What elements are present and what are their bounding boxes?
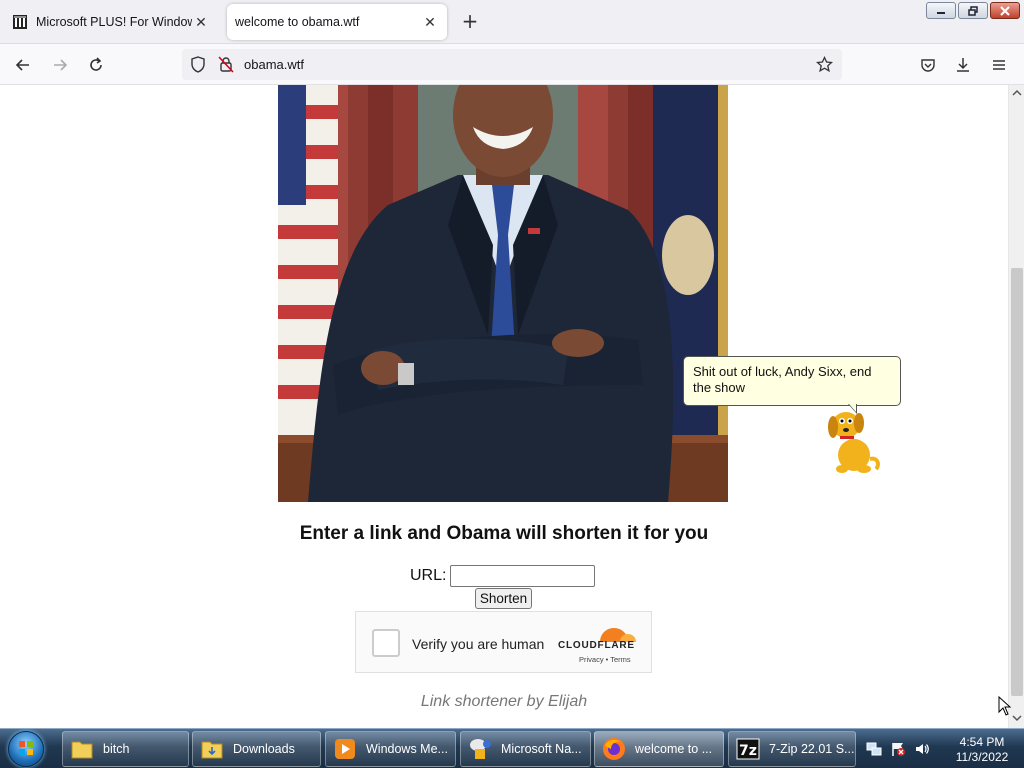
system-tray: 4:54 PM 11/3/2022 [862,731,1024,767]
start-button[interactable] [8,731,44,767]
download-icon [957,58,969,72]
forward-button[interactable] [48,53,72,77]
taskbar-item-media-player[interactable]: Windows Me... [325,731,456,767]
mouse-cursor-icon [998,696,1012,716]
taskbar-item-label: Windows Me... [366,742,448,756]
pocket-icon [921,59,935,72]
restore-icon [968,5,978,16]
cloudflare-brand: CLOUDFLARE [558,640,635,651]
assistant-speech-balloon[interactable]: Shit out of luck, Andy Sixx, end the sho… [683,356,901,406]
footer-credit: Link shortener by Elijah [420,693,588,710]
taskbar-item-label: bitch [103,742,130,756]
back-icon [15,59,29,71]
menu-icon [993,60,1005,70]
folder-icon [71,741,93,759]
network-icon[interactable] [866,741,882,757]
url-input[interactable] [450,565,596,587]
taskbar-item-firefox[interactable]: welcome to ... [594,731,724,767]
window-controls [926,2,1020,19]
lock-insecure-icon[interactable] [218,56,234,73]
url-label: URL: [410,567,447,584]
tab-strip: Microsoft PLUS! For Windows XP ✕ welcome… [0,0,1024,44]
tab-microsoft-plus[interactable]: Microsoft PLUS! For Windows XP ✕ [4,4,218,40]
taskbar-clock[interactable]: 4:54 PM 11/3/2022 [944,735,1020,765]
taskbar-item-label: Downloads [233,742,295,756]
museum-icon [13,15,27,29]
taskbar-item-7zip[interactable]: 7z 7-Zip 22.01 S... [728,731,856,767]
url-form-row: URL: [410,565,596,587]
minimize-icon [937,11,945,14]
taskbar-item-label: 7-Zip 22.01 S... [769,742,855,756]
scroll-up-arrow-icon[interactable] [1012,88,1022,98]
menu-button[interactable] [987,53,1011,77]
svg-text:7z: 7z [739,743,757,759]
tab-close-icon[interactable]: ✕ [421,14,439,31]
minimize-button[interactable] [926,2,956,19]
pocket-button[interactable] [916,53,940,77]
taskbar-item-downloads[interactable]: Downloads [192,731,321,767]
tab-close-icon[interactable]: ✕ [192,14,210,31]
volume-icon[interactable] [914,741,930,757]
forward-icon [54,59,68,71]
page-scrollbar[interactable] [1008,85,1024,728]
cloudflare-captcha: Verify you are human CLOUDFLARE Privacy … [355,611,652,673]
clock-time: 4:54 PM [959,735,1005,749]
windows-taskbar: bitch Downloads Windows Me... Microsoft … [0,728,1024,768]
new-tab-button[interactable]: + [458,10,482,34]
close-window-button[interactable] [990,2,1020,19]
captcha-label: Verify you are human [412,636,545,652]
7zip-icon: 7z [736,738,760,760]
captcha-privacy-terms-links[interactable]: Privacy • Terms [579,655,631,664]
tracking-shield-icon[interactable] [190,56,206,73]
tab-title: welcome to obama.wtf [235,15,360,29]
bookmark-star-icon[interactable] [816,56,833,73]
firefox-icon [603,738,625,760]
shorten-button[interactable]: Shorten [475,588,532,609]
taskbar-item-bitch[interactable]: bitch [62,731,189,767]
tab-obama-wtf[interactable]: welcome to obama.wtf ✕ [227,4,447,40]
url-text: obama.wtf [244,57,304,72]
taskbar-item-label: Microsoft Na... [501,742,582,756]
agent-icon [470,739,491,759]
back-button[interactable] [11,53,35,77]
captcha-checkbox[interactable] [372,629,400,657]
close-icon [1000,5,1010,16]
taskbar-item-label: welcome to ... [635,742,713,756]
windows-logo-icon [19,741,33,755]
folder-icon [201,741,223,759]
taskbar-item-microsoft-agent[interactable]: Microsoft Na... [460,731,591,767]
reload-icon [90,57,102,71]
scroll-down-arrow-icon[interactable] [1012,713,1022,723]
navigation-toolbar: obama.wtf [0,44,1024,85]
restore-button[interactable] [958,2,988,19]
clock-date: 11/3/2022 [955,750,1009,764]
tab-title: Microsoft PLUS! For Windows XP [36,15,192,29]
obama-portrait-image [278,85,728,502]
media-player-icon [335,739,355,759]
reload-button[interactable] [84,53,108,77]
downloads-button[interactable] [951,53,975,77]
page-heading: Enter a link and Obama will shorten it f… [299,523,709,544]
action-center-flag-icon[interactable] [890,741,906,757]
rover-dog-assistant-icon[interactable] [820,403,884,475]
scrollbar-thumb[interactable] [1011,268,1023,696]
url-bar[interactable]: obama.wtf [182,49,842,80]
